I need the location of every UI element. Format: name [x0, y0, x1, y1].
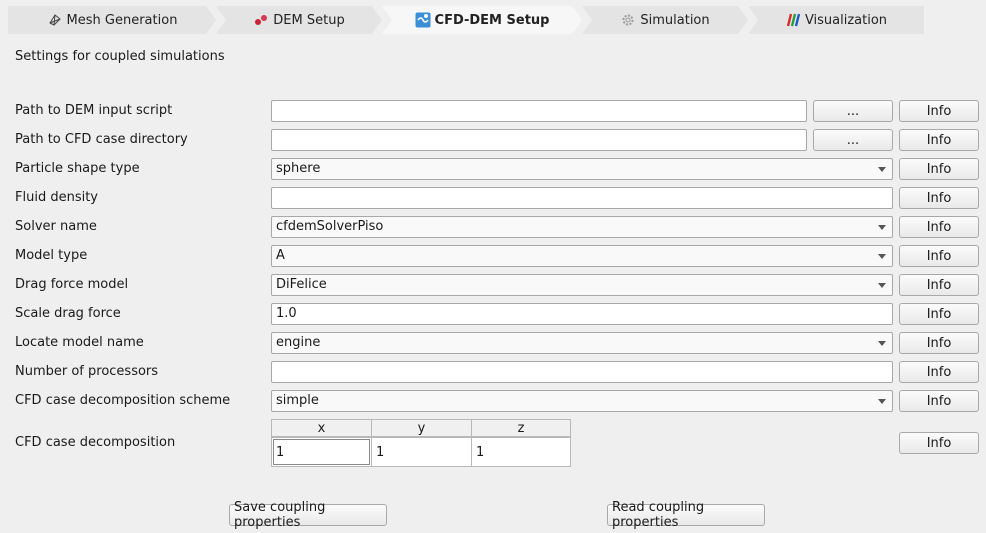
- drag-force-model-value: DiFelice: [276, 277, 327, 292]
- tab-simulation[interactable]: Simulation: [582, 6, 748, 34]
- scale-drag-force-info-button[interactable]: Info: [899, 303, 979, 325]
- dem-script-path-label: Path to DEM input script: [15, 103, 173, 118]
- tab-label: CFD-DEM Setup: [434, 12, 550, 28]
- cfd-dem-icon: [415, 12, 431, 28]
- model-type-label: Model type: [15, 248, 88, 263]
- drag-force-model-label: Drag force model: [15, 277, 129, 292]
- solver-name-label: Solver name: [15, 219, 97, 234]
- num-processors-input[interactable]: [271, 361, 893, 383]
- model-type-info-button[interactable]: Info: [899, 245, 979, 267]
- scale-drag-force-input[interactable]: [271, 303, 893, 325]
- tab-label: DEM Setup: [273, 12, 345, 28]
- particles-icon: [253, 12, 269, 28]
- decomposition-info-button[interactable]: Info: [899, 432, 979, 454]
- dem-script-path-input[interactable]: [271, 100, 807, 122]
- solver-name-info-button[interactable]: Info: [899, 216, 979, 238]
- locate-model-select[interactable]: engine: [271, 332, 893, 354]
- chevron-down-icon: [878, 399, 886, 404]
- mesh-icon: [47, 12, 63, 28]
- fluid-density-info-button[interactable]: Info: [899, 187, 979, 209]
- tab-bar: Mesh Generation DEM Setup CFD-DEM Setup …: [8, 6, 924, 34]
- column-header-y: y: [371, 419, 472, 437]
- gear-icon: [620, 12, 636, 28]
- decomposition-cell-z[interactable]: 1: [471, 437, 571, 467]
- chevron-down-icon: [878, 167, 886, 172]
- tab-cfd-dem-setup[interactable]: CFD-DEM Setup: [382, 6, 582, 34]
- tab-label: Mesh Generation: [66, 12, 178, 28]
- decomposition-table: x y z 1 1 1: [271, 419, 571, 467]
- num-processors-info-button[interactable]: Info: [899, 361, 979, 383]
- tab-mesh-generation[interactable]: Mesh Generation: [8, 6, 216, 34]
- particle-shape-label: Particle shape type: [15, 161, 140, 176]
- particle-shape-select[interactable]: sphere: [271, 158, 893, 180]
- locate-model-label: Locate model name: [15, 335, 144, 350]
- decomposition-scheme-value: simple: [276, 393, 319, 408]
- particle-shape-info-button[interactable]: Info: [899, 158, 979, 180]
- model-type-select[interactable]: A: [271, 245, 893, 267]
- particle-shape-value: sphere: [276, 161, 321, 176]
- save-coupling-button[interactable]: Save coupling properties: [229, 500, 387, 530]
- decomposition-scheme-select[interactable]: simple: [271, 390, 893, 412]
- chevron-down-icon: [878, 254, 886, 259]
- decomposition-scheme-label: CFD case decomposition scheme: [15, 393, 231, 408]
- tab-dem-setup[interactable]: DEM Setup: [216, 6, 382, 34]
- column-header-x: x: [271, 419, 372, 437]
- locate-model-info-button[interactable]: Info: [899, 332, 979, 354]
- tab-visualization[interactable]: Visualization: [748, 6, 924, 34]
- chevron-down-icon: [878, 225, 886, 230]
- decomposition-label: CFD case decomposition: [15, 435, 176, 450]
- tab-label: Simulation: [640, 12, 710, 28]
- column-header-z: z: [471, 419, 571, 437]
- cfd-case-dir-info-button[interactable]: Info: [899, 129, 979, 151]
- fluid-density-input[interactable]: [271, 187, 893, 209]
- cfd-case-dir-label: Path to CFD case directory: [15, 132, 188, 147]
- read-coupling-button[interactable]: Read coupling properties: [607, 500, 765, 530]
- solver-name-select[interactable]: cfdemSolverPiso: [271, 216, 893, 238]
- cfd-case-dir-browse-button[interactable]: ...: [813, 129, 893, 151]
- solver-name-value: cfdemSolverPiso: [276, 219, 384, 234]
- fluid-density-label: Fluid density: [15, 190, 98, 205]
- decomposition-scheme-info-button[interactable]: Info: [899, 390, 979, 412]
- drag-force-model-select[interactable]: DiFelice: [271, 274, 893, 296]
- model-type-value: A: [276, 248, 285, 263]
- drag-force-model-info-button[interactable]: Info: [899, 274, 979, 296]
- num-processors-label: Number of processors: [15, 364, 159, 379]
- locate-model-value: engine: [276, 335, 321, 350]
- dem-script-browse-button[interactable]: ...: [813, 100, 893, 122]
- visualization-icon: [785, 12, 801, 28]
- scale-drag-force-label: Scale drag force: [15, 306, 121, 321]
- intro-text: Settings for coupled simulations: [15, 49, 225, 64]
- chevron-down-icon: [878, 341, 886, 346]
- decomposition-cell-x[interactable]: 1: [271, 437, 372, 467]
- chevron-down-icon: [878, 283, 886, 288]
- dem-script-info-button[interactable]: Info: [899, 100, 979, 122]
- tab-label: Visualization: [804, 12, 888, 28]
- cfd-case-dir-input[interactable]: [271, 129, 807, 151]
- decomposition-cell-y[interactable]: 1: [371, 437, 472, 467]
